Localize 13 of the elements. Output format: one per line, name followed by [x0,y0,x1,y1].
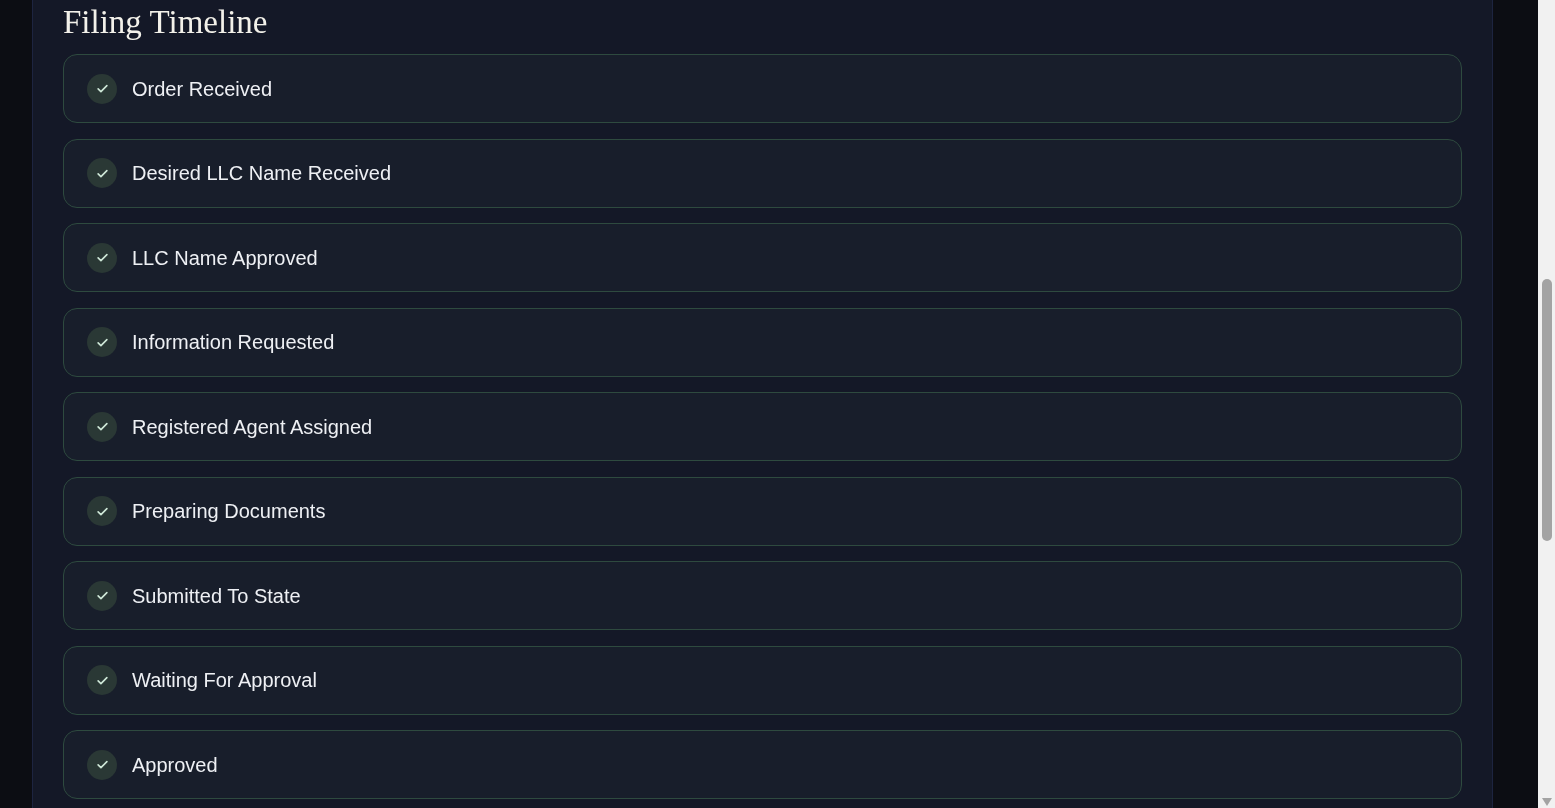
section-title: Filing Timeline [63,3,268,42]
step-label: Waiting For Approval [132,668,317,693]
step-label: LLC Name Approved [132,245,318,271]
scrollbar[interactable] [1538,0,1555,808]
step-label: Submitted To State [132,583,301,609]
step-label: Preparing Documents [132,499,326,524]
step-label: Information Requested [132,330,335,355]
step-label: Approved [132,752,218,778]
scrollbar-thumb[interactable] [1541,279,1552,541]
step-label: Desired LLC Name Received [132,161,391,186]
step-label: Order Received [132,76,273,102]
scroll-down-arrow-icon[interactable] [1541,798,1552,806]
step-label: Registered Agent Assigned [132,414,373,440]
